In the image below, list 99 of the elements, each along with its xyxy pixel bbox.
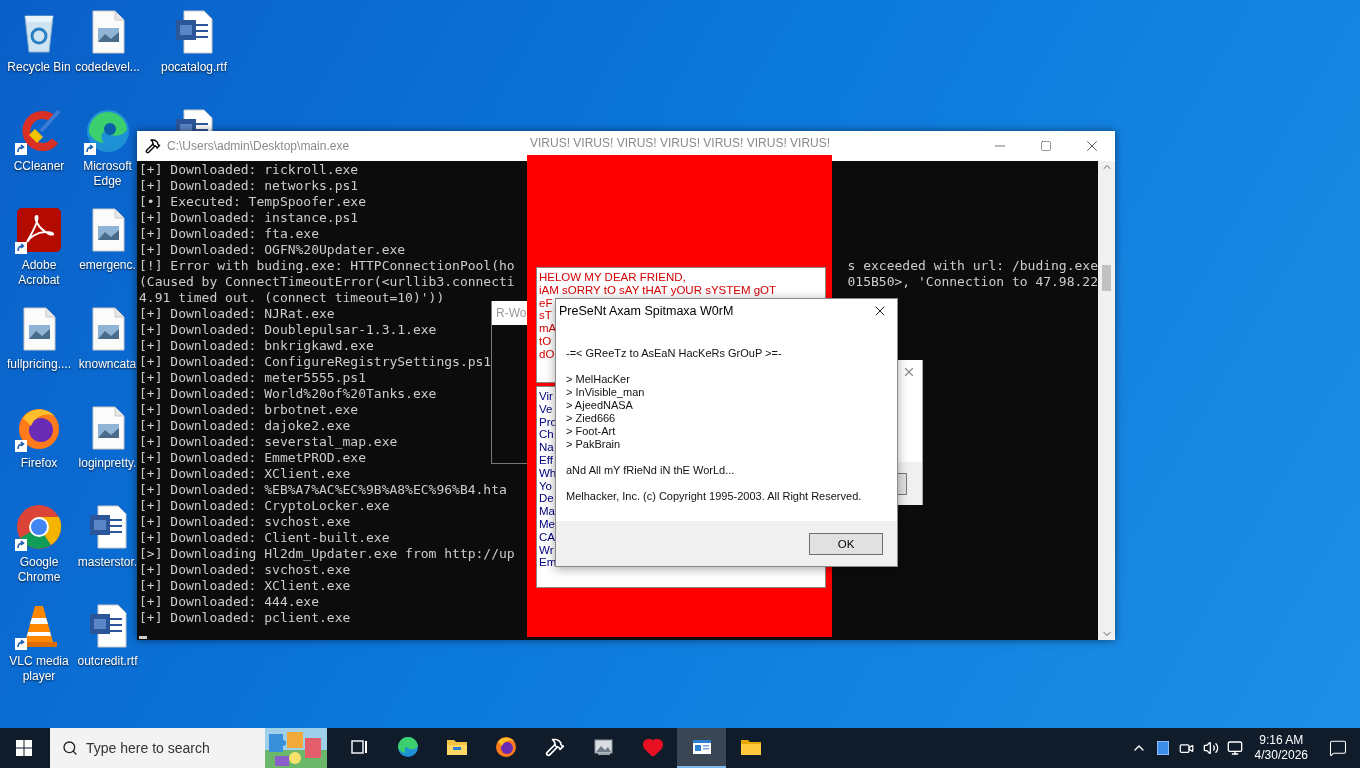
windows-logo-icon[interactable] — [16, 740, 32, 756]
console-line: [+] Downloaded: networks.ps1 — [139, 178, 359, 194]
icon-label[interactable]: Google Chrome — [1, 555, 77, 585]
console-line: [>] Downloading Hl2dm_Updater.exe from http://up — [139, 546, 515, 562]
icon-label[interactable]: VLC media player — [1, 654, 77, 684]
message-line: eF — [539, 296, 553, 310]
info-line: Yo — [539, 479, 552, 493]
icon-label[interactable]: CCleaner — [13, 159, 65, 174]
icon-label[interactable]: Recycle Bin — [7, 60, 71, 75]
console-line: [+] Downloaded: pclient.exe — [139, 610, 351, 626]
search-icon — [62, 740, 78, 756]
console-line: [+] Downloaded: dajoke2.exe — [139, 418, 351, 434]
message-line: dO — [539, 347, 555, 361]
console-line: [!] Error with buding.exe: HTTPConnectionPool(ho — [139, 258, 515, 274]
window-title: C:\Users\admin\Desktop\main.exe — [167, 139, 350, 153]
member-name: > Foot-Art — [566, 425, 616, 438]
console-line: s exceeded with url: /buding.exe — [847, 258, 1098, 274]
copyright-text: Melhacker, Inc. (c) Copyright 1995-2003. All Right Reserved. — [566, 490, 862, 503]
closing-text: aNd All mY fRieNd iN thE WorLd... — [566, 464, 735, 477]
scroll-thumb[interactable] — [1102, 265, 1111, 291]
console-line: [+] Downloaded: svchost.exe — [139, 514, 351, 530]
console-line: [+] Downloaded: Client-built.exe — [139, 530, 390, 546]
console-line: [+] Downloaded: ConfigureRegistrySettings.ps1 — [139, 354, 492, 370]
console-line: [+] Downloaded: EmmetPROD.exe — [139, 450, 366, 466]
message-line: mA — [539, 322, 557, 335]
console-line: 4.91 timed out. (connect timeout=10)')) — [139, 290, 445, 306]
message-line: iAM sORRY tO sAY tHAT yOUR sYSTEM gOT — [539, 283, 777, 297]
console-line: [+] Downloaded: %EB%A7%AC%EC%9B%A8%EC%96%B4.hta — [139, 482, 507, 498]
cursor-icon — [139, 636, 147, 639]
search-field[interactable]: Type here to search — [50, 728, 327, 768]
console-line: 015B50>, 'Connection to 47.98.22 — [847, 274, 1098, 290]
notification-icon[interactable] — [1329, 739, 1347, 757]
clock[interactable]: 9:16 AM 4/30/2026 — [1246, 733, 1316, 763]
browser-icon — [15, 503, 63, 551]
message-line: tO — [539, 335, 552, 348]
info-line: Wh — [539, 466, 557, 480]
console-line: [+] Downloaded: rickroll.exe — [139, 162, 359, 178]
icon-label[interactable]: knowncata — [79, 357, 136, 372]
speaker-icon[interactable] — [1202, 740, 1219, 756]
info-line: Vir — [539, 390, 553, 403]
console-line: [+] Downloaded: brbotnet.exe — [139, 402, 359, 418]
info-line: Me — [539, 517, 555, 531]
icon-label[interactable]: loginpretty. — [79, 456, 136, 471]
member-name: > InVisible_man — [566, 386, 645, 399]
member-name: > AjeedNASA — [566, 399, 633, 412]
console-line: [+] Downloaded: OGFN%20Updater.exe — [139, 242, 406, 258]
icon-label[interactable]: emergenc. — [79, 258, 136, 273]
icon-label[interactable]: Microsoft Edge — [79, 159, 136, 189]
info-line: Wr — [539, 543, 554, 557]
info-line: Eff — [539, 454, 553, 467]
info-line: Ve — [539, 402, 553, 416]
button-edge[interactable] — [898, 472, 907, 495]
member-name: > Zied666 — [566, 412, 616, 425]
pdf-icon — [15, 206, 63, 254]
info-line: Ma — [539, 505, 555, 518]
console-line: [+] Downloaded: 444.exe — [139, 594, 319, 610]
ok-button[interactable]: OK — [809, 532, 883, 555]
icon-label[interactable]: fullpricing.... — [7, 357, 71, 372]
window-title: VIRUS! VIRUS! VIRUS! VIRUS! VIRUS! VIRUS! VIRUS! — [530, 136, 831, 150]
info-line: CA — [539, 530, 555, 544]
hammer-icon — [145, 138, 161, 154]
info-line: Na — [539, 441, 554, 454]
icon-label[interactable]: Adobe Acrobat — [1, 258, 77, 288]
icon-label[interactable]: outcredit.rtf — [79, 654, 136, 669]
taskbar-button[interactable] — [677, 728, 726, 768]
console-line: [+] Downloaded: XClient.exe — [139, 466, 351, 482]
console-line: [+] Downloaded: svchost.exe — [139, 562, 351, 578]
network-icon[interactable] — [1226, 740, 1243, 756]
dialog-title: PreSeNt Axam Spitmaxa W0rM — [559, 304, 735, 318]
console-line: [+] Downloaded: bnkrigkawd.exe — [139, 338, 374, 354]
info-line: De — [539, 492, 554, 506]
message-line: HELOW MY DEAR FRIEND, — [539, 271, 686, 284]
console-line: [+] Downloaded: fta.exe — [139, 226, 319, 242]
info-line: Ch — [539, 428, 554, 442]
window-title: R-Wo — [496, 306, 527, 320]
member-name: > PakBrain — [566, 438, 621, 451]
scrollbar[interactable] — [1098, 161, 1115, 640]
icon-label[interactable]: pocatalog.rtf — [160, 60, 227, 75]
console-line: [•] Executed: TempSpoofer.exe — [139, 194, 366, 210]
console-line: [+] Downloaded: Doublepulsar-1.3.1.exe — [139, 322, 437, 338]
icon-label[interactable]: Firefox — [20, 456, 58, 471]
swirl-icon — [395, 735, 420, 759]
console-line: [+] Downloaded: NJRat.exe — [139, 306, 335, 322]
heart-icon — [641, 736, 664, 758]
console-line: (Caused by ConnectTimeoutError(<urllib3.connecti — [139, 274, 515, 290]
maximize-icon[interactable] — [1040, 140, 1052, 152]
fox-globe-icon — [493, 735, 518, 759]
console-line: [+] Downloaded: severstal_map.exe — [139, 434, 398, 450]
icon-label[interactable]: masterstor. — [79, 555, 136, 570]
message-line: sT — [539, 309, 552, 323]
console-line: [+] Downloaded: XClient.exe — [139, 578, 351, 594]
console-line: [+] Downloaded: instance.ps1 — [139, 210, 359, 226]
console-line: [+] Downloaded: World%20of%20Tanks.exe — [139, 386, 437, 402]
greeting-text: -=< GReeTz to AsEaN HacKeRs GrOuP >=- — [566, 347, 782, 360]
member-name: > MelHacKer — [566, 373, 630, 386]
console-line: [+] Downloaded: meter5555.ps1 — [139, 370, 366, 386]
app-tray-icon[interactable] — [1156, 741, 1169, 755]
console-line: [+] Downloaded: CryptoLocker.exe — [139, 498, 390, 514]
hammer-icon — [544, 737, 565, 757]
